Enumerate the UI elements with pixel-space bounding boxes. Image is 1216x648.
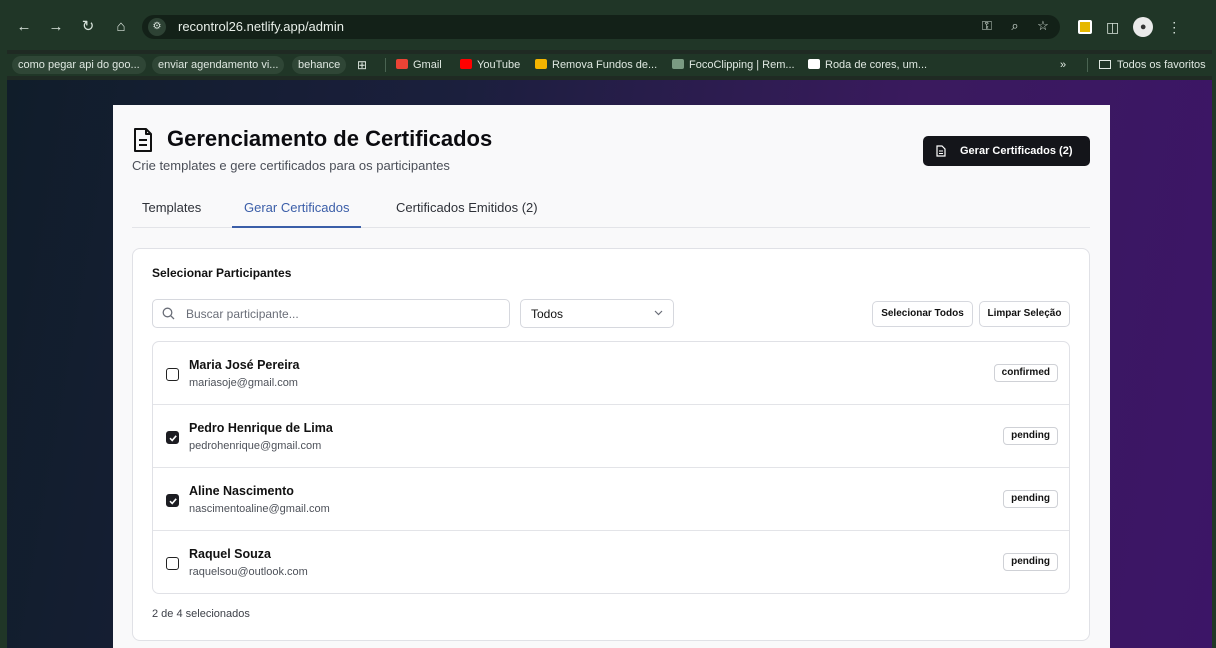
selection-count: 2 de 4 selecionados [152,608,250,620]
page-subtitle: Crie templates e gere certificados para … [132,158,450,173]
bookmark-item[interactable]: behance [292,56,347,74]
site-settings-icon[interactable]: ⚙ [148,18,166,36]
folder-icon [1099,60,1111,69]
generate-certificates-label: Gerar Certificados (2) [960,145,1073,157]
tab-templates[interactable]: Templates [142,189,201,228]
participant-name: Aline Nascimento [189,484,294,498]
url-text[interactable]: recontrol26.netlify.app/admin [178,19,344,34]
bookmark-separator [1087,58,1088,72]
participant-email: nascimentoaline@gmail.com [189,503,330,515]
bookmark-label: YouTube [477,59,521,71]
participant-checkbox[interactable] [166,431,179,444]
participant-row[interactable]: Aline Nascimento nascimentoaline@gmail.c… [153,468,1069,531]
extensions-puzzle-icon[interactable]: ◫ [1106,19,1119,36]
checkmark-icon [169,435,177,442]
status-filter-select[interactable]: Todos [520,299,674,328]
select-all-button[interactable]: Selecionar Todos [872,301,973,327]
bookmark-star-icon[interactable]: ☆ [1034,18,1052,34]
participants-panel: Selecionar Participantes Todos Seleciona… [132,248,1090,641]
tab-gerar-certificados[interactable]: Gerar Certificados [232,189,362,228]
bookmark-remova-fundos[interactable]: Remova Fundos de... [535,56,657,74]
window-frame-right [1212,0,1216,648]
all-bookmarks-folder[interactable]: Todos os favoritos [1099,56,1206,74]
status-badge: pending [1003,553,1058,571]
bookmark-item[interactable]: como pegar api do goo... [12,56,146,74]
participant-name: Raquel Souza [189,547,271,561]
bookmark-youtube[interactable]: YouTube [460,56,520,74]
address-bar[interactable]: ⚙ recontrol26.netlify.app/admin ⚿ ⌕ ☆ [142,15,1060,39]
browser-menu-icon[interactable]: ⋮ [1167,19,1181,36]
participant-email: pedrohenrique@gmail.com [189,440,322,452]
bookmark-label: Roda de cores, um... [825,59,928,71]
youtube-icon [460,59,472,69]
checkmark-icon [169,498,177,505]
home-icon[interactable]: ⌂ [109,15,133,39]
participant-row[interactable]: Maria José Pereira mariasoje@gmail.com c… [153,342,1069,405]
participant-row[interactable]: Pedro Henrique de Lima pedrohenrique@gma… [153,405,1069,468]
participant-checkbox[interactable] [166,557,179,570]
bookmark-label: FocoClipping | Rem... [689,59,795,71]
profile-avatar[interactable]: ● [1133,17,1154,37]
participant-name: Maria José Pereira [189,358,300,372]
participant-checkbox[interactable] [166,368,179,381]
document-icon [134,128,152,152]
search-icon [162,307,175,320]
bookmark-roda-de-cores[interactable]: Roda de cores, um... [808,56,927,74]
gmail-icon [396,59,408,69]
page-title: Gerenciamento de Certificados [167,126,493,151]
forward-icon[interactable]: → [44,15,68,39]
chevron-down-icon [654,310,663,316]
participant-email: mariasoje@gmail.com [189,377,298,389]
fococlipping-icon [672,59,684,69]
participant-name: Pedro Henrique de Lima [189,421,333,435]
bookmark-label: Todos os favoritos [1117,59,1206,71]
participant-row[interactable]: Raquel Souza raquelsou@outlook.com pendi… [153,531,1069,593]
remova-fundos-icon [535,59,547,69]
reload-icon[interactable]: ↻ [76,15,100,39]
bookmark-separator [385,58,386,72]
status-filter-value: Todos [531,307,564,321]
generate-certificates-button[interactable]: Gerar Certificados (2) [923,136,1090,166]
participants-list: Maria José Pereira mariasoje@gmail.com c… [152,341,1070,594]
participant-checkbox[interactable] [166,494,179,507]
tab-certificados-emitidos[interactable]: Certificados Emitidos (2) [396,189,538,228]
more-bookmarks-button[interactable]: » [1060,56,1066,74]
panel-title: Selecionar Participantes [152,266,292,280]
window-frame-left [0,0,7,648]
browser-nav-row: ← → ↻ ⌂ ⚙ recontrol26.netlify.app/admin … [0,14,1216,40]
zoom-icon[interactable]: ⌕ [1006,18,1024,34]
bookmark-label: Gmail [413,59,442,71]
clear-selection-button[interactable]: Limpar Seleção [979,301,1070,327]
password-key-icon[interactable]: ⚿ [978,18,996,34]
bookmarks-bar: como pegar api do goo... enviar agendame… [0,54,1216,76]
participant-email: raquelsou@outlook.com [189,566,308,578]
status-badge: pending [1003,427,1058,445]
status-badge: pending [1003,490,1058,508]
tab-bar: Templates Gerar Certificados Certificado… [132,189,1090,228]
bookmark-gmail[interactable]: Gmail [396,56,442,74]
extension-icon[interactable] [1078,20,1092,34]
bookmark-label: Remova Fundos de... [552,59,658,71]
apps-grid-icon[interactable]: ⊞ [357,56,367,74]
bookmark-item[interactable]: enviar agendamento vi... [152,56,285,74]
roda-de-cores-icon [808,59,820,69]
status-badge: confirmed [993,364,1058,382]
document-icon [936,145,946,157]
bookmark-fococlipping[interactable]: FocoClipping | Rem... [672,56,795,74]
search-input[interactable] [186,305,486,323]
search-box[interactable] [152,299,510,328]
back-icon[interactable]: ← [12,15,36,39]
